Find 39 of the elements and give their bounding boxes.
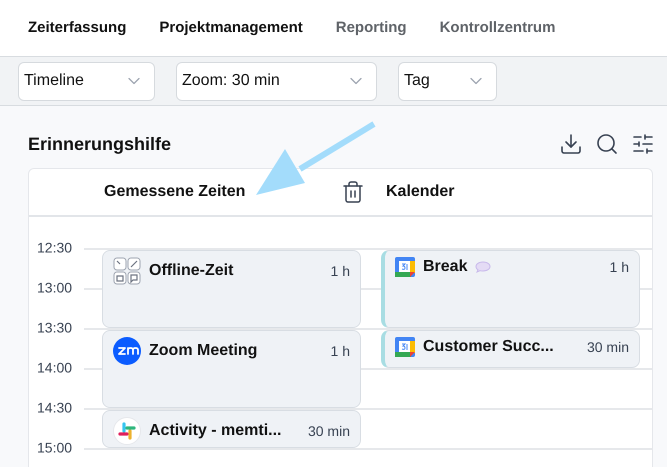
nav-tab[interactable]: Zeiterfassung	[28, 16, 126, 40]
entry-duration: 1 h	[610, 258, 629, 276]
entry-duration: 1 h	[330, 342, 350, 360]
entry-title: Break	[423, 257, 468, 277]
time-label: 13:30	[37, 318, 72, 338]
time-label: 15:00	[37, 438, 72, 458]
entry-duration: 1 h	[330, 262, 350, 280]
filter-dropdown[interactable]: Timeline	[18, 62, 155, 100]
offline-apps-icon	[113, 257, 141, 285]
filter-dropdown[interactable]: Tag	[398, 62, 497, 100]
nav-tab[interactable]: Projektmanagement	[159, 16, 303, 40]
slack-logo-icon	[113, 417, 141, 445]
time-label: 14:30	[37, 398, 72, 418]
entry-duration: 30 min	[308, 422, 350, 440]
entry-title: Customer Succ...	[423, 337, 554, 357]
timeline-entry[interactable]: Break 1 h	[381, 250, 640, 328]
entry-title: Offline-Zeit	[149, 261, 234, 281]
calendar-logo-icon	[395, 257, 415, 277]
calendar-logo-icon	[395, 337, 415, 357]
timeline-entry[interactable]: Activity - memti... 30 min	[102, 410, 361, 448]
filter-dropdown[interactable]: Zoom: 30 min	[176, 62, 377, 100]
comment-icon	[475, 261, 492, 273]
entry-duration: 30 min	[586, 338, 629, 356]
time-label: 12:30	[37, 238, 72, 258]
search-icon[interactable]	[595, 132, 619, 156]
timeline-entry[interactable]: Offline-Zeit 1 h	[102, 250, 361, 328]
panel-title: Erinnerungshilfe	[28, 132, 172, 156]
zoom-logo-icon	[113, 337, 141, 365]
trash-icon[interactable]	[341, 180, 365, 204]
timeline-entry[interactable]: Zoom Meeting 1 h	[102, 330, 361, 408]
column-header: Gemessene Zeiten	[104, 182, 246, 202]
time-label: 13:00	[37, 278, 72, 298]
entry-title: Zoom Meeting	[149, 341, 258, 361]
timeline-entry[interactable]: Customer Succ... 30 min	[381, 330, 640, 368]
download-icon[interactable]	[559, 132, 583, 156]
time-label: 14:00	[37, 358, 72, 378]
filter-settings-icon[interactable]	[631, 132, 655, 156]
column-header: Kalender	[386, 182, 454, 202]
entry-title: Activity - memti...	[149, 421, 282, 441]
